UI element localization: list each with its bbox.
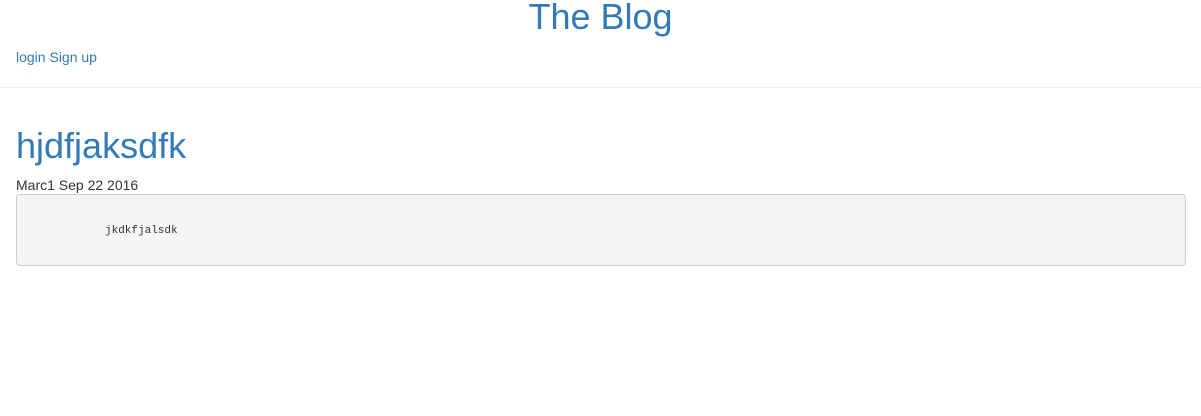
post-body: jkdkfjalsdk xyxy=(16,194,1186,266)
post-meta: Marc1 Sep 22 2016 xyxy=(16,177,1186,193)
auth-nav: login Sign up xyxy=(16,48,97,66)
post-date: Sep 22 2016 xyxy=(58,177,139,193)
site-title[interactable]: The Blog xyxy=(0,0,1201,37)
site-header: The Blog login Sign up xyxy=(0,0,1201,88)
login-link[interactable]: login xyxy=(16,49,46,65)
blog-post: hjdfjaksdfk Marc1 Sep 22 2016 jkdkfjalsd… xyxy=(16,124,1186,266)
post-author: Marc1 xyxy=(16,177,55,193)
post-title[interactable]: hjdfjaksdfk xyxy=(16,124,186,168)
signup-link[interactable]: Sign up xyxy=(49,49,96,65)
